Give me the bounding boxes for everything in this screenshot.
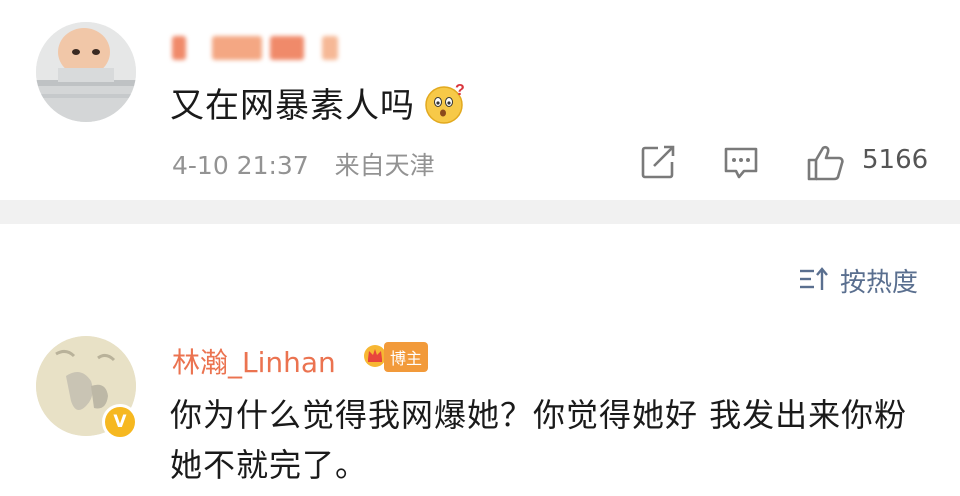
post-meta: 4-10 21:37 来自天津 (172, 146, 435, 182)
blogger-badge: 博主 (362, 342, 429, 372)
blogger-tag: 博主 (384, 342, 429, 372)
like-icon[interactable] (806, 144, 846, 186)
baby-photo-icon (36, 22, 136, 122)
sort-label: 按热度 (840, 268, 919, 298)
surprised-emoji-icon: ? (423, 81, 467, 125)
svg-text:?: ? (455, 82, 466, 99)
post-date: 4-10 21:37 (172, 151, 309, 180)
sort-icon (798, 265, 830, 297)
blurred-username[interactable] (172, 30, 352, 66)
post-location: 来自天津 (334, 151, 435, 180)
verified-badge-icon: V (102, 404, 138, 440)
reply-username[interactable]: 林瀚_Linhan (172, 341, 336, 381)
avatar[interactable] (36, 22, 136, 122)
share-icon[interactable] (640, 144, 678, 184)
like-count: 5166 (862, 145, 929, 175)
section-divider (0, 200, 960, 224)
sort-by-hot-button[interactable]: 按热度 (798, 262, 918, 299)
comment-page: 又在网暴素人吗 ? 4-10 21:37 来自天津 5166 按热度 V 林瀚_… (0, 0, 960, 496)
reply-text: 你为什么觉得我网爆她？你觉得她好 我发出来你粉她不就完了。 (170, 396, 908, 484)
post-text-row: 又在网暴素人吗 ? (170, 78, 467, 127)
comment-icon[interactable] (722, 144, 760, 186)
post-text: 又在网暴素人吗 (170, 86, 415, 126)
